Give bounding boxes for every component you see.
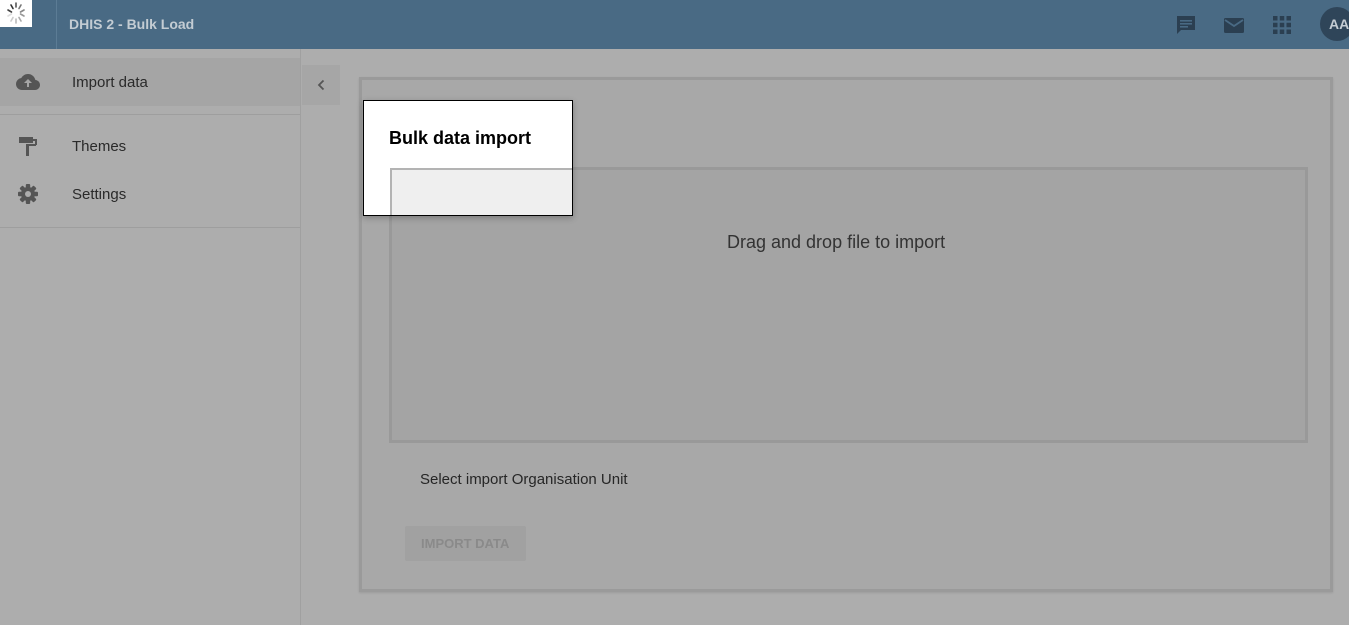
dropzone-text: Drag and drop file to import [727,232,946,252]
user-avatar[interactable]: AA [1320,7,1349,41]
org-unit-selector[interactable]: Select import Organisation Unit [420,471,628,488]
sidebar-item-import-data[interactable]: Import data [0,58,300,106]
sidebar: Import data Themes Settings [0,49,301,625]
sidebar-item-themes[interactable]: Themes [0,122,300,170]
sidebar-divider [0,227,300,228]
sidebar-item-label: Settings [72,186,127,203]
cloud-upload-icon [16,70,40,94]
apps-grid-icon[interactable] [1270,13,1294,37]
app-header: DHIS 2 - Bulk Load AA [0,0,1349,49]
collapse-sidebar-button[interactable] [302,65,340,105]
chevron-left-icon [317,79,325,91]
sidebar-divider [0,114,300,115]
tour-highlight-area [390,168,572,215]
app-title: DHIS 2 - Bulk Load [69,16,195,32]
loading-spinner-icon [0,0,32,27]
paint-roller-icon [16,134,40,158]
chat-icon[interactable] [1174,13,1198,37]
import-data-button[interactable]: IMPORT DATA [405,526,526,561]
sidebar-item-label: Import data [72,74,148,91]
gear-icon [16,182,40,206]
sidebar-item-label: Themes [72,138,127,155]
header-divider [56,0,57,49]
sidebar-item-settings[interactable]: Settings [0,170,300,218]
mail-icon[interactable] [1222,13,1246,37]
tour-popover: Bulk data import [363,100,573,216]
tour-title: Bulk data import [389,128,532,148]
